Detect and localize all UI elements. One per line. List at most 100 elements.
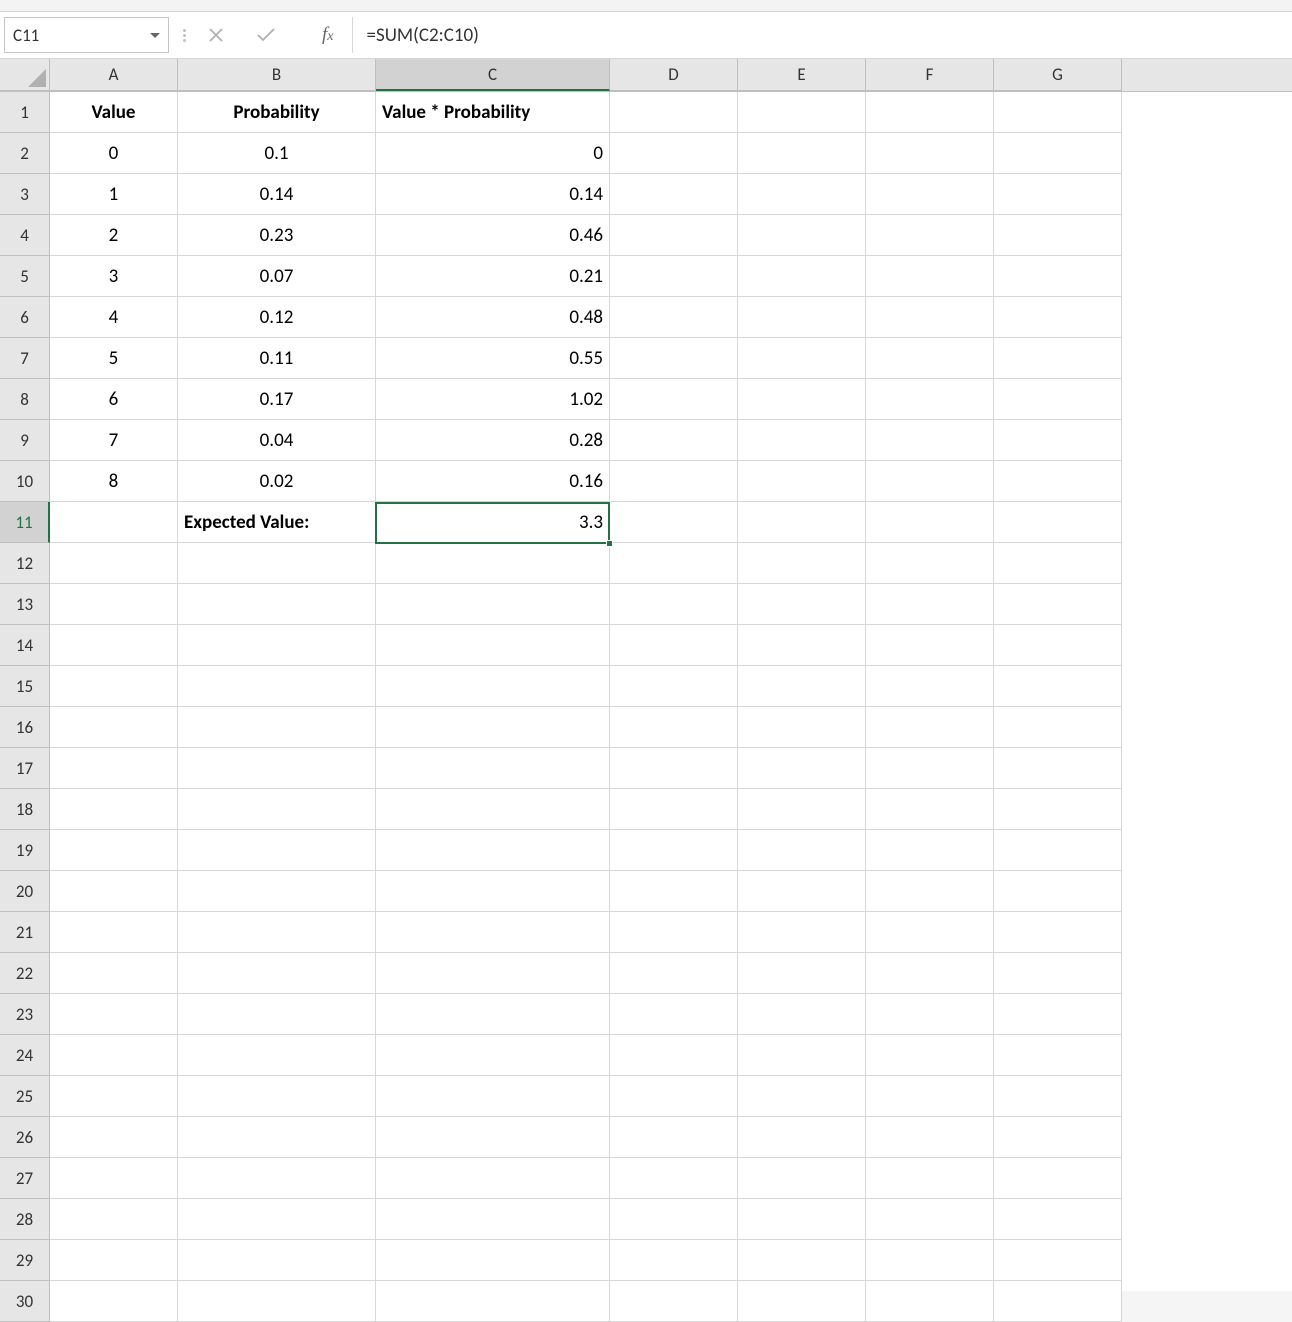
cell-empty[interactable] bbox=[50, 1158, 178, 1199]
select-all-corner[interactable] bbox=[0, 59, 50, 91]
cell-empty[interactable] bbox=[994, 953, 1122, 994]
row-header-2[interactable]: 2 bbox=[0, 133, 50, 174]
row-header-13[interactable]: 13 bbox=[0, 584, 50, 625]
cell-empty[interactable] bbox=[866, 1240, 994, 1281]
cell-empty[interactable] bbox=[376, 1240, 610, 1281]
cell-empty[interactable] bbox=[994, 215, 1122, 256]
cell-empty[interactable] bbox=[738, 625, 866, 666]
cell-empty[interactable] bbox=[50, 707, 178, 748]
cell-empty[interactable] bbox=[610, 297, 738, 338]
cell-empty[interactable] bbox=[738, 666, 866, 707]
cell-empty[interactable] bbox=[866, 1035, 994, 1076]
cell-empty[interactable] bbox=[738, 830, 866, 871]
cell-empty[interactable] bbox=[610, 92, 738, 133]
cell-empty[interactable] bbox=[738, 256, 866, 297]
cell-empty[interactable] bbox=[866, 1199, 994, 1240]
cell-empty[interactable] bbox=[994, 871, 1122, 912]
cell-empty[interactable] bbox=[866, 953, 994, 994]
cell-empty[interactable] bbox=[178, 543, 376, 584]
cell-empty[interactable] bbox=[738, 297, 866, 338]
cell-empty[interactable] bbox=[866, 1281, 994, 1322]
cell-empty[interactable] bbox=[178, 666, 376, 707]
cell-empty[interactable] bbox=[376, 1199, 610, 1240]
cell-empty[interactable] bbox=[178, 912, 376, 953]
cell-empty[interactable] bbox=[50, 1035, 178, 1076]
cell-empty[interactable] bbox=[994, 666, 1122, 707]
cell-empty[interactable] bbox=[738, 1076, 866, 1117]
cell-empty[interactable] bbox=[994, 1035, 1122, 1076]
cell-probability[interactable]: 0.04 bbox=[178, 420, 376, 461]
cell-empty[interactable] bbox=[738, 748, 866, 789]
cell-empty[interactable] bbox=[50, 1281, 178, 1322]
cell-valueprob[interactable]: 0 bbox=[376, 133, 610, 174]
cell-empty[interactable] bbox=[994, 994, 1122, 1035]
cell-empty[interactable] bbox=[866, 912, 994, 953]
cell-empty[interactable] bbox=[738, 133, 866, 174]
cell-empty[interactable] bbox=[610, 338, 738, 379]
cell-empty[interactable] bbox=[866, 789, 994, 830]
row-header-9[interactable]: 9 bbox=[0, 420, 50, 461]
cell-valueprob[interactable]: 0.16 bbox=[376, 461, 610, 502]
cell-value[interactable]: 5 bbox=[50, 338, 178, 379]
cell-empty[interactable] bbox=[376, 994, 610, 1035]
cell-empty[interactable] bbox=[866, 133, 994, 174]
row-header-25[interactable]: 25 bbox=[0, 1076, 50, 1117]
cell-empty[interactable] bbox=[376, 830, 610, 871]
header-value[interactable]: Value bbox=[50, 92, 178, 133]
cell-empty[interactable] bbox=[866, 379, 994, 420]
cell-empty[interactable] bbox=[994, 789, 1122, 830]
cell-probability[interactable]: 0.23 bbox=[178, 215, 376, 256]
cell-empty[interactable] bbox=[610, 1199, 738, 1240]
cell-empty[interactable] bbox=[610, 174, 738, 215]
row-header-21[interactable]: 21 bbox=[0, 912, 50, 953]
cell-empty[interactable] bbox=[50, 502, 178, 543]
cell-empty[interactable] bbox=[50, 543, 178, 584]
cell-empty[interactable] bbox=[50, 748, 178, 789]
cell-empty[interactable] bbox=[178, 953, 376, 994]
cell-empty[interactable] bbox=[994, 502, 1122, 543]
cell-empty[interactable] bbox=[50, 1199, 178, 1240]
cell-empty[interactable] bbox=[866, 92, 994, 133]
cell-value[interactable]: 3 bbox=[50, 256, 178, 297]
cell-empty[interactable] bbox=[738, 543, 866, 584]
cell-empty[interactable] bbox=[994, 543, 1122, 584]
cell-empty[interactable] bbox=[738, 1117, 866, 1158]
cell-empty[interactable] bbox=[610, 133, 738, 174]
cell-empty[interactable] bbox=[178, 1035, 376, 1076]
formula-input-wrap[interactable]: =SUM(C2:C10) bbox=[352, 17, 1289, 53]
cell-empty[interactable] bbox=[610, 461, 738, 502]
chevron-down-icon[interactable] bbox=[150, 33, 160, 38]
cell-empty[interactable] bbox=[376, 1035, 610, 1076]
cell-empty[interactable] bbox=[376, 1158, 610, 1199]
cell-valueprob[interactable]: 0.28 bbox=[376, 420, 610, 461]
cell-empty[interactable] bbox=[610, 256, 738, 297]
cell-empty[interactable] bbox=[610, 666, 738, 707]
cell-empty[interactable] bbox=[866, 543, 994, 584]
cell-empty[interactable] bbox=[866, 994, 994, 1035]
cell-empty[interactable] bbox=[610, 215, 738, 256]
row-header-24[interactable]: 24 bbox=[0, 1035, 50, 1076]
cell-empty[interactable] bbox=[866, 666, 994, 707]
cell-value[interactable]: 8 bbox=[50, 461, 178, 502]
cell-empty[interactable] bbox=[610, 871, 738, 912]
cell-empty[interactable] bbox=[376, 748, 610, 789]
cell-empty[interactable] bbox=[994, 256, 1122, 297]
cell-empty[interactable] bbox=[994, 1076, 1122, 1117]
cell-empty[interactable] bbox=[866, 297, 994, 338]
row-header-20[interactable]: 20 bbox=[0, 871, 50, 912]
summary-label[interactable]: Expected Value: bbox=[178, 502, 376, 543]
row-header-15[interactable]: 15 bbox=[0, 666, 50, 707]
cell-empty[interactable] bbox=[866, 1117, 994, 1158]
cell-empty[interactable] bbox=[994, 584, 1122, 625]
fx-icon[interactable]: fx bbox=[322, 24, 334, 46]
header-probability[interactable]: Probability bbox=[178, 92, 376, 133]
cell-probability[interactable]: 0.14 bbox=[178, 174, 376, 215]
cell-empty[interactable] bbox=[866, 502, 994, 543]
cell-empty[interactable] bbox=[738, 92, 866, 133]
row-header-1[interactable]: 1 bbox=[0, 92, 50, 133]
cell-valueprob[interactable]: 0.48 bbox=[376, 297, 610, 338]
cell-value[interactable]: 4 bbox=[50, 297, 178, 338]
cell-empty[interactable] bbox=[994, 379, 1122, 420]
cell-probability[interactable]: 0.07 bbox=[178, 256, 376, 297]
header-valueprob[interactable]: Value * Probability bbox=[376, 92, 610, 133]
